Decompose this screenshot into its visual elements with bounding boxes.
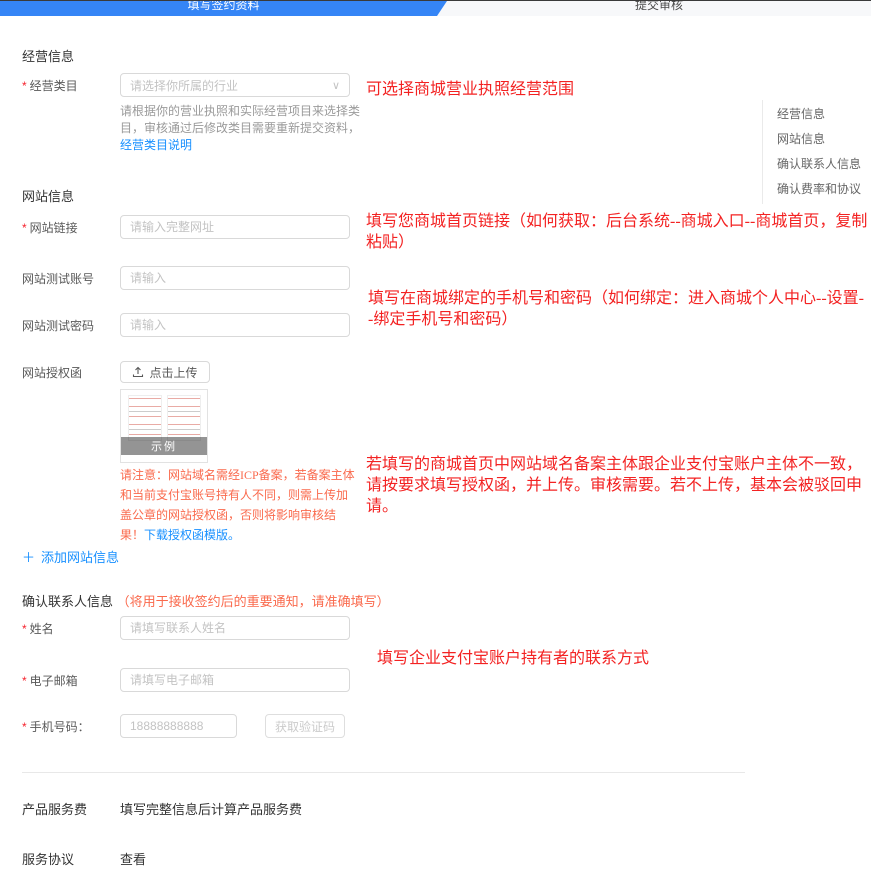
test-password-label: 网站测试密码 — [22, 317, 120, 334]
upload-button-label: 点击上传 — [149, 364, 197, 381]
test-password-row: 网站测试密码 — [22, 313, 350, 337]
annotation-category: 可选择商城营业执照经营范围 — [366, 79, 871, 100]
contact-phone-input[interactable] — [120, 714, 237, 738]
section-divider — [22, 772, 745, 773]
step-header: 填写签约资料 提交审核 — [0, 1, 871, 16]
anchor-nav: 经营信息 网站信息 确认联系人信息 确认费率和协议 — [762, 100, 861, 204]
category-help-text: 请根据你的营业执照和实际经营项目来选择类目，审核通过后修改类目需要重新提交资料，… — [120, 103, 362, 154]
service-fee-label: 产品服务费 — [22, 799, 120, 818]
agreement-row: 服务协议 查看 — [22, 849, 146, 868]
contact-name-row: *姓名 — [22, 616, 350, 640]
annotation-site-link: 填写您商城首页链接（如何获取：后台系统--商城入口--商城首页，复制粘贴） — [366, 211, 868, 253]
required-mark: * — [22, 221, 27, 235]
auth-letter-label: 网站授权函 — [22, 364, 120, 381]
required-mark: * — [22, 720, 27, 734]
anchor-nav-website[interactable]: 网站信息 — [777, 127, 861, 152]
auth-letter-sample-thumbnail[interactable]: 示例 — [120, 389, 208, 463]
sample-document-pages — [121, 390, 207, 441]
test-password-input[interactable] — [120, 313, 350, 337]
site-url-label-text: 网站链接 — [30, 221, 78, 235]
required-mark: * — [22, 79, 27, 93]
add-website-link[interactable]: ＋ 添加网站信息 — [22, 547, 119, 566]
contact-name-label: *姓名 — [22, 620, 120, 637]
anchor-nav-business[interactable]: 经营信息 — [777, 102, 861, 127]
plus-icon: ＋ — [22, 550, 35, 565]
required-mark: * — [22, 674, 27, 688]
anchor-nav-contact[interactable]: 确认联系人信息 — [777, 152, 861, 177]
category-help-link[interactable]: 经营类目说明 — [120, 138, 192, 152]
contact-title-note: （将用于接收签约后的重要通知，请准确填写） — [117, 594, 390, 609]
add-website-link-label: 添加网站信息 — [41, 550, 119, 565]
section-title-business: 经营信息 — [22, 46, 74, 65]
service-fee-value: 填写完整信息后计算产品服务费 — [120, 799, 302, 818]
section-title-website: 网站信息 — [22, 186, 74, 205]
category-help-body: 请根据你的营业执照和实际经营项目来选择类目，审核通过后修改类目需要重新提交资料， — [120, 104, 360, 135]
step-tab-fill-info-label: 填写签约资料 — [187, 1, 259, 13]
upload-button[interactable]: 点击上传 — [120, 361, 210, 383]
category-row: *经营类目 请选择你所属的行业 ∨ — [22, 73, 350, 97]
agreement-label: 服务协议 — [22, 849, 120, 868]
annotation-contact: 填写企业支付宝账户持有者的联系方式 — [377, 648, 797, 669]
contact-email-input[interactable] — [120, 668, 350, 692]
industry-select[interactable]: 请选择你所属的行业 ∨ — [120, 73, 350, 97]
test-account-input[interactable] — [120, 266, 350, 290]
contact-name-input[interactable] — [120, 616, 350, 640]
sample-page-image — [167, 395, 201, 441]
sample-page-image — [128, 395, 162, 441]
agreement-view-link[interactable]: 查看 — [120, 849, 146, 868]
test-account-label: 网站测试账号 — [22, 270, 120, 287]
contact-phone-label: *手机号码： — [22, 718, 120, 735]
get-verification-code-button[interactable]: 获取验证码 — [265, 714, 345, 738]
contact-email-label-text: 电子邮箱 — [30, 674, 78, 688]
contact-email-row: *电子邮箱 — [22, 668, 350, 692]
category-label-text: 经营类目 — [30, 79, 78, 93]
test-account-row: 网站测试账号 — [22, 266, 350, 290]
required-mark: * — [22, 622, 27, 636]
site-url-input[interactable] — [120, 215, 350, 239]
service-fee-row: 产品服务费 填写完整信息后计算产品服务费 — [22, 799, 302, 818]
contact-name-label-text: 姓名 — [30, 622, 54, 636]
step-tab-submit-review: 提交审核 — [447, 1, 871, 16]
auth-letter-row: 网站授权函 点击上传 — [22, 361, 210, 383]
contact-phone-label-text: 手机号码： — [30, 720, 90, 734]
site-url-row: *网站链接 — [22, 215, 350, 239]
chevron-down-icon: ∨ — [332, 79, 340, 92]
annotation-test-account: 填写在商城绑定的手机号和密码（如何绑定：进入商城个人中心--设置--绑定手机号和… — [368, 288, 868, 330]
step-tab-fill-info: 填写签约资料 — [0, 1, 447, 16]
auth-letter-notice: 请注意：网站域名需经ICP备案，若备案主体和当前支付宝账号持有人不同，则需上传加… — [120, 465, 356, 545]
industry-select-placeholder: 请选择你所属的行业 — [130, 77, 238, 94]
step-tab-submit-review-label: 提交审核 — [635, 1, 683, 13]
site-url-label: *网站链接 — [22, 219, 120, 236]
auth-letter-template-link[interactable]: 下载授权函模版。 — [144, 528, 240, 542]
contact-email-label: *电子邮箱 — [22, 672, 120, 689]
upload-icon — [132, 366, 144, 378]
sample-caption: 示例 — [121, 437, 207, 455]
contact-title-text: 确认联系人信息 — [22, 594, 113, 609]
contact-phone-row: *手机号码： 获取验证码 — [22, 714, 345, 738]
anchor-nav-fees[interactable]: 确认费率和协议 — [777, 177, 861, 202]
category-label: *经营类目 — [22, 77, 120, 94]
annotation-auth-letter: 若填写的商城首页中网站域名备案主体跟企业支付宝账户主体不一致，请按要求填写授权函… — [366, 454, 870, 517]
section-title-contact: 确认联系人信息 （将用于接收签约后的重要通知，请准确填写） — [22, 591, 390, 610]
